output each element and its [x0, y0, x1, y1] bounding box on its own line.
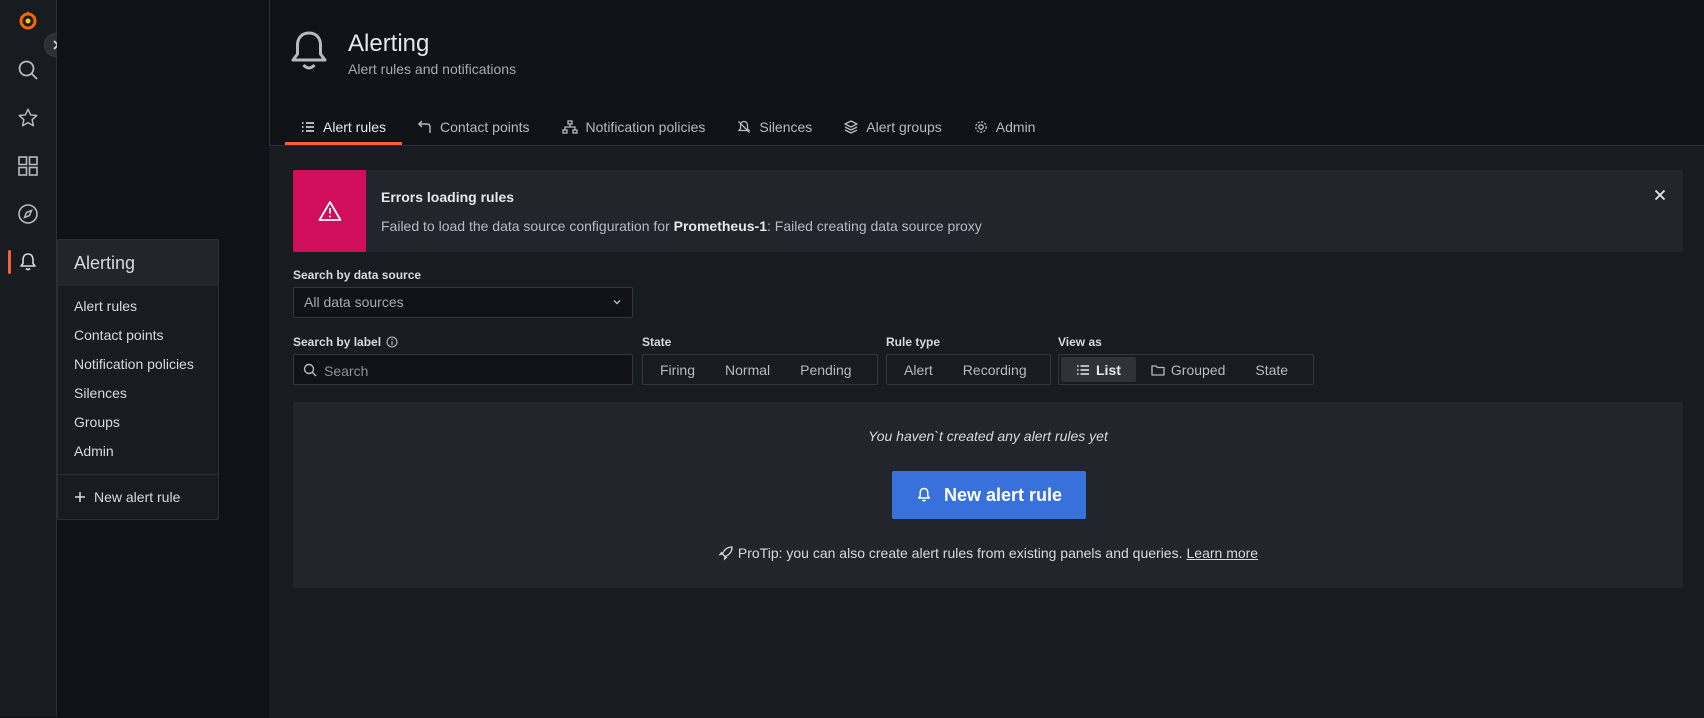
state-option-normal[interactable]: Normal [710, 357, 785, 382]
protip-text: ProTip: you can also create alert rules … [737, 545, 1183, 561]
bell-icon[interactable] [13, 247, 43, 277]
label-search-input[interactable] [322, 360, 626, 382]
list-icon [302, 122, 314, 132]
datasource-filter-label: Search by data source [293, 268, 422, 282]
rocket-icon [718, 546, 733, 561]
alert-body-datasource: Prometheus-1 [673, 218, 767, 234]
ruletype-option-alert[interactable]: Alert [889, 357, 948, 382]
info-circle-icon[interactable] [386, 336, 398, 348]
viewas-label: View as [1058, 335, 1102, 349]
error-alert: Errors loading rules Failed to load the … [293, 170, 1683, 252]
alert-title: Errors loading rules [381, 189, 515, 205]
bell-icon [917, 487, 931, 502]
flyout-new-label: New alert rule [94, 489, 181, 505]
tab-label: Admin [995, 119, 1036, 135]
ruletype-filter-label: Rule type [886, 335, 941, 349]
list-icon [1077, 364, 1089, 375]
ruletype-radio-group: Alert Recording [886, 354, 1051, 385]
tab-notification-policies[interactable]: Notification policies [546, 112, 722, 142]
alert-body-suffix: : Failed creating data source proxy [767, 218, 982, 234]
layer-group-icon [844, 120, 858, 134]
tab-admin[interactable]: Admin [958, 112, 1052, 142]
search-icon[interactable] [13, 55, 43, 85]
alert-body-prefix: Failed to load the data source configura… [381, 218, 674, 234]
side-menu [0, 0, 57, 717]
page-title: Alerting [348, 30, 430, 57]
grafana-logo-icon[interactable] [13, 6, 43, 36]
viewas-list-label: List [1096, 361, 1121, 378]
tab-label: Silences [759, 119, 813, 135]
alert-icon-box [293, 170, 366, 252]
page-bell-icon [289, 30, 329, 79]
tab-label: Alert rules [323, 119, 387, 135]
tab-label: Alert groups [866, 119, 942, 135]
exclamation-triangle-icon [318, 201, 341, 221]
tab-label: Contact points [440, 119, 530, 135]
plus-icon [75, 492, 85, 502]
viewas-radio-group: List Grouped State [1058, 354, 1314, 385]
alerting-flyout-menu: Alerting Alert rules Contact points Noti… [57, 239, 219, 520]
new-alert-rule-label: New alert rule [943, 484, 1063, 505]
label-filter-text: Search by label [293, 335, 382, 349]
flyout-item-alert-rules[interactable]: Alert rules [58, 292, 218, 321]
viewas-option-list[interactable]: List [1061, 357, 1136, 382]
star-icon[interactable] [13, 103, 43, 133]
viewas-grouped-label: Grouped [1170, 361, 1226, 378]
flyout-title[interactable]: Alerting [58, 240, 218, 286]
search-icon [303, 363, 317, 377]
contact-points-icon [418, 120, 431, 133]
new-alert-rule-button[interactable]: New alert rule [892, 471, 1086, 519]
close-icon[interactable] [1651, 186, 1669, 204]
tab-alert-groups[interactable]: Alert groups [828, 112, 957, 142]
explore-icon[interactable] [13, 199, 43, 229]
tab-contact-points[interactable]: Contact points [402, 112, 546, 142]
protip: ProTip: you can also create alert rules … [293, 545, 1683, 561]
tab-label: Notification policies [585, 119, 706, 135]
label-search-box [293, 354, 633, 385]
tab-silences[interactable]: Silences [721, 112, 828, 142]
state-option-pending[interactable]: Pending [785, 357, 866, 382]
flyout-item-groups[interactable]: Groups [58, 408, 218, 437]
bell-slash-icon [738, 120, 751, 133]
active-indicator [8, 250, 11, 274]
flyout-item-notification-policies[interactable]: Notification policies [58, 350, 218, 379]
cog-icon [974, 121, 987, 133]
page-subtitle: Alert rules and notifications [348, 61, 517, 77]
flyout-item-admin[interactable]: Admin [58, 437, 218, 466]
viewas-option-state[interactable]: State [1240, 357, 1303, 382]
alert-body: Failed to load the data source configura… [381, 218, 982, 234]
flyout-item-contact-points[interactable]: Contact points [58, 321, 218, 350]
label-filter-label: Search by label [293, 335, 398, 349]
sitemap-icon [561, 120, 578, 134]
state-option-firing[interactable]: Firing [645, 357, 710, 382]
learn-more-link[interactable]: Learn more [1187, 545, 1259, 561]
viewas-option-grouped[interactable]: Grouped [1136, 357, 1240, 382]
datasource-select[interactable]: All data sources [293, 287, 633, 318]
chevron-down-icon [613, 300, 621, 305]
state-filter-label: State [642, 335, 672, 349]
dashboards-icon[interactable] [13, 151, 43, 181]
tab-alert-rules[interactable]: Alert rules [285, 112, 403, 145]
datasource-select-value: All data sources [304, 294, 404, 310]
folder-icon [1151, 364, 1165, 376]
tab-bar: Alert rules Contact points Notification … [285, 112, 1052, 145]
flyout-item-silences[interactable]: Silences [58, 379, 218, 408]
empty-state-panel: You haven`t created any alert rules yet … [293, 402, 1683, 588]
empty-state-message: You haven`t created any alert rules yet [868, 428, 1108, 444]
state-radio-group: Firing Normal Pending [642, 354, 878, 385]
ruletype-option-recording[interactable]: Recording [948, 357, 1042, 382]
flyout-new-alert-rule[interactable]: New alert rule [58, 475, 218, 519]
